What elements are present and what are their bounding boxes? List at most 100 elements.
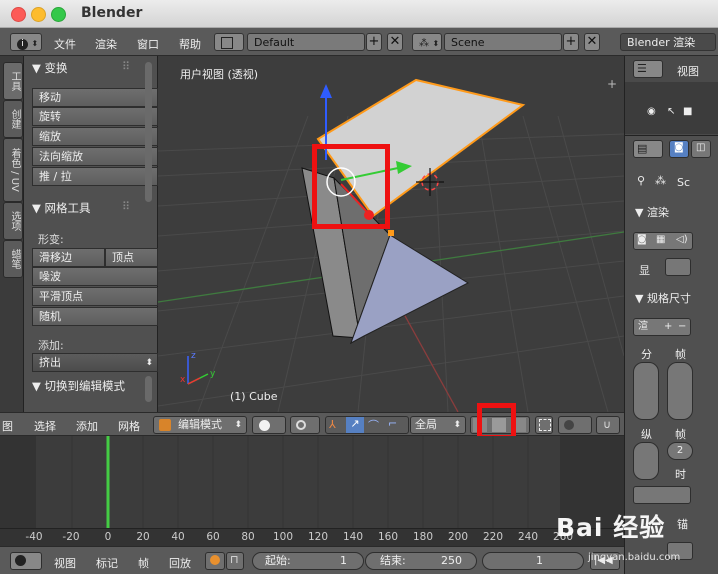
time-remap-row[interactable] bbox=[633, 486, 691, 504]
current-frame-field[interactable]: 1 bbox=[482, 552, 584, 570]
delete-layout-button[interactable]: ✕ bbox=[387, 33, 403, 51]
close-button[interactable] bbox=[11, 7, 26, 22]
orient-x bbox=[187, 377, 201, 385]
orient-y-label: y bbox=[210, 369, 216, 379]
end-frame-field[interactable]: 结束: 250 bbox=[365, 552, 477, 570]
tab-create[interactable]: 创建 bbox=[3, 100, 23, 138]
add-layout-button[interactable]: + bbox=[366, 33, 382, 51]
randomize-button[interactable]: 随机 bbox=[32, 307, 158, 326]
menu-select[interactable]: 选择 bbox=[34, 418, 56, 434]
render-layers-button[interactable]: ◫ bbox=[691, 140, 711, 158]
render-animation-icon[interactable]: ▦ bbox=[656, 234, 665, 245]
menu-frame[interactable]: 帧 bbox=[138, 555, 149, 571]
render-engine-select[interactable]: Blender 渲染 bbox=[620, 33, 716, 51]
menu-view-timeline[interactable]: 视图 bbox=[54, 555, 76, 571]
pin-icon[interactable]: ⚲ bbox=[637, 174, 645, 187]
manipulator-toggle-icon[interactable]: ⅄ bbox=[329, 418, 336, 431]
selected-vertex[interactable] bbox=[388, 230, 394, 236]
editor-type-properties[interactable]: ▤ bbox=[633, 140, 663, 158]
camera-icon[interactable]: ■ bbox=[683, 106, 692, 117]
menu-help[interactable]: 帮助 bbox=[179, 36, 201, 52]
panel-mesh-tools-title[interactable]: ▼ 网格工具 bbox=[32, 200, 91, 216]
screen-layout-field[interactable]: Default bbox=[247, 33, 365, 51]
outliner-list[interactable]: ◉ ↖ ■ bbox=[625, 82, 718, 134]
smooth-vertex-button[interactable]: 平滑顶点 bbox=[32, 287, 158, 306]
menu-playback[interactable]: 回放 bbox=[169, 555, 191, 571]
tab-options[interactable]: 选项 bbox=[3, 202, 23, 240]
render-panel-title[interactable]: ▼ 渲染 bbox=[635, 204, 669, 220]
toolshelf-scrollbar[interactable] bbox=[145, 62, 152, 202]
frame-range-label: 帧 bbox=[675, 348, 686, 361]
translate-manipulator-icon[interactable]: ↗ bbox=[346, 417, 364, 433]
drag-handle-icon[interactable]: ⠿ bbox=[122, 60, 130, 73]
rotate-button[interactable]: 旋转 bbox=[32, 107, 158, 126]
push-pull-button[interactable]: 推 / 拉 bbox=[32, 167, 158, 186]
menu-mesh[interactable]: 网格 bbox=[118, 418, 140, 434]
outliner-view-menu[interactable]: 视图 bbox=[677, 63, 699, 79]
record-button[interactable] bbox=[205, 552, 225, 570]
lock-button[interactable]: ⊓ bbox=[226, 552, 244, 570]
shading-select[interactable] bbox=[252, 416, 286, 434]
panel-transform-title[interactable]: ▼ 变换 bbox=[32, 60, 68, 76]
panel-toggle-edit-title[interactable]: ▼ 切换到编辑模式 bbox=[32, 378, 125, 394]
menu-marker[interactable]: 标记 bbox=[96, 555, 118, 571]
scale-button[interactable]: 缩放 bbox=[32, 127, 158, 146]
start-frame-field[interactable]: 起始: 1 bbox=[252, 552, 364, 570]
frame-step-field[interactable]: 2 bbox=[667, 442, 693, 460]
snap-select[interactable] bbox=[558, 416, 592, 434]
editor-type-info[interactable]: i ⬍ bbox=[10, 33, 42, 51]
tab-shading-uv[interactable]: 着色 / UV bbox=[3, 138, 23, 202]
drag-handle-icon[interactable]: ⠿ bbox=[122, 200, 130, 213]
noise-button[interactable]: 噪波 bbox=[32, 267, 158, 286]
properties-toggle-icon[interactable]: + bbox=[607, 77, 617, 91]
cursor-icon[interactable]: ↖ bbox=[667, 106, 675, 117]
menu-add[interactable]: 添加 bbox=[76, 418, 98, 434]
menu-window[interactable]: 窗口 bbox=[137, 36, 159, 52]
extrude-select[interactable]: 挤出 ⬍ bbox=[32, 353, 158, 372]
move-button[interactable]: 移动 bbox=[32, 88, 158, 107]
pivot-select[interactable] bbox=[290, 416, 320, 434]
3d-viewport[interactable]: z y x + 用户视图 (透视) (1) Cube bbox=[158, 56, 624, 412]
timeline-ruler[interactable]: -40 -20 0 20 40 60 80 100 120 140 160 18… bbox=[0, 528, 624, 546]
delete-scene-button[interactable]: ✕ bbox=[584, 33, 600, 51]
magnet-button[interactable]: ∪ bbox=[596, 416, 620, 434]
tick-label: 200 bbox=[447, 531, 469, 543]
add-scene-button[interactable]: + bbox=[563, 33, 579, 51]
menu-view[interactable]: 图 bbox=[2, 418, 13, 434]
menu-file[interactable]: 文件 bbox=[54, 36, 76, 52]
render-still-icon[interactable]: ◙ bbox=[637, 234, 647, 245]
render-preset-select[interactable]: 渲 + − bbox=[633, 318, 691, 336]
frame-range-stepper[interactable] bbox=[667, 362, 693, 420]
proportional-edit-button[interactable] bbox=[535, 416, 553, 434]
orientation-select[interactable]: 全局 ⬍ bbox=[410, 416, 466, 434]
aspect-stepper[interactable] bbox=[633, 442, 659, 480]
scene-field[interactable]: Scene bbox=[444, 33, 562, 51]
resolution-stepper[interactable] bbox=[633, 362, 659, 420]
editor-type-timeline[interactable] bbox=[10, 552, 42, 570]
tab-grease-pencil[interactable]: 蜡笔 bbox=[3, 240, 23, 278]
minimize-button[interactable] bbox=[31, 7, 46, 22]
menu-render[interactable]: 渲染 bbox=[95, 36, 117, 52]
audio-icon[interactable]: ◁) bbox=[676, 234, 688, 245]
scene-breadcrumb: Sc bbox=[677, 176, 691, 189]
maximize-button[interactable] bbox=[51, 7, 66, 22]
scale-manipulator-icon[interactable]: ⌐ bbox=[388, 417, 397, 430]
chevron-updown-icon: ⬍ bbox=[234, 420, 242, 430]
viewport-scene[interactable]: z y x + bbox=[158, 56, 624, 412]
toolshelf-scrollbar-lower[interactable] bbox=[145, 376, 152, 402]
shrink-fatten-button[interactable]: 法向缩放 bbox=[32, 147, 158, 166]
gizmo-z-arrow[interactable] bbox=[320, 84, 332, 98]
eye-icon[interactable]: ◉ bbox=[647, 106, 656, 117]
screen-layout-picker[interactable]: ⬍ bbox=[214, 33, 244, 68]
tab-tools[interactable]: 工具 bbox=[3, 62, 23, 100]
render-context-button[interactable]: ◙ bbox=[669, 140, 689, 158]
record-icon bbox=[210, 555, 220, 565]
rotate-manipulator-icon[interactable]: ⌒ bbox=[368, 417, 379, 433]
dimensions-panel-title[interactable]: ▼ 规格尺寸 bbox=[635, 290, 691, 306]
scene-picker[interactable]: ⁂ ⬍ bbox=[412, 33, 442, 51]
display-select[interactable] bbox=[665, 258, 691, 276]
editor-type-outliner[interactable]: ☰ bbox=[633, 60, 663, 78]
slide-edge-button[interactable]: 滑移边 bbox=[32, 248, 105, 267]
vertex-slide-button[interactable]: 顶点 bbox=[105, 248, 158, 267]
mode-select[interactable]: 编辑模式 ⬍ bbox=[153, 416, 247, 434]
